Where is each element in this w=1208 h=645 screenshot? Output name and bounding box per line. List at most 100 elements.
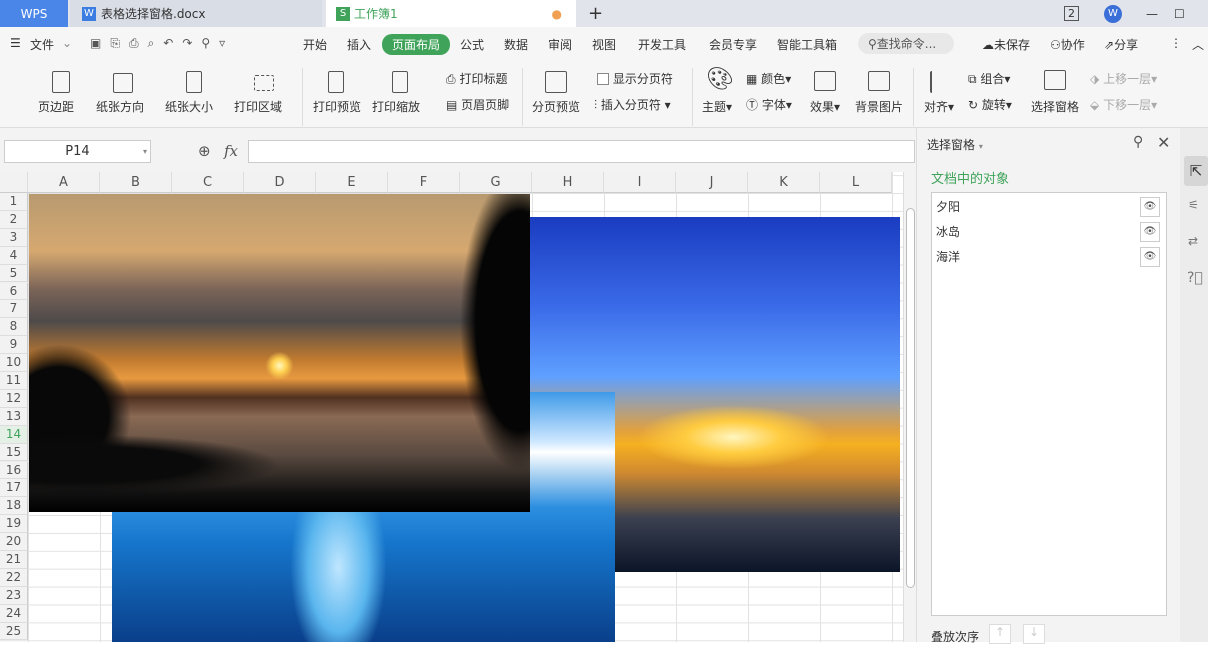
menu-tab-data[interactable]: 数据	[504, 36, 528, 53]
column-header[interactable]: J	[676, 172, 748, 193]
unsaved-status[interactable]: ☁未保存	[982, 36, 1030, 53]
collab-button[interactable]: ⚇协作	[1050, 36, 1085, 53]
move-down-button[interactable]: ↓	[1023, 624, 1045, 644]
send-backward-button[interactable]: ⬙ 下移一层▾	[1090, 96, 1157, 113]
list-item[interactable]: 夕阳 👁︎	[936, 196, 1164, 218]
row-header[interactable]: 9	[0, 336, 28, 355]
tab-doc[interactable]: W 表格选择窗格.docx	[70, 0, 322, 27]
effects-button[interactable]: 效果▾	[810, 98, 840, 115]
menu-tab-insert[interactable]: 插入	[347, 36, 371, 53]
command-search[interactable]: ⚲查找命令...	[858, 33, 954, 54]
fx-button[interactable]: fx	[224, 142, 238, 160]
menu-tab-review[interactable]: 审阅	[548, 36, 572, 53]
row-header[interactable]: 25	[0, 622, 28, 641]
row-header[interactable]: 1	[0, 193, 28, 211]
wps-home-tab[interactable]: WPS	[0, 0, 68, 27]
name-box[interactable]: P14 ▾	[4, 140, 151, 163]
row-header[interactable]: 20	[0, 533, 28, 551]
column-header[interactable]: B	[100, 172, 172, 193]
menu-tab-page-layout[interactable]: 页面布局	[382, 34, 451, 55]
row-header[interactable]: 8	[0, 318, 28, 337]
insert-page-break-button[interactable]: ⫶ 插入分页符 ▾	[594, 96, 671, 113]
menu-tab-smart-tools[interactable]: 智能工具箱	[777, 36, 837, 53]
orientation-button[interactable]: 纸张方向	[96, 98, 144, 115]
selection-pane-button[interactable]: 选择窗格	[1031, 98, 1079, 115]
print-scale-button[interactable]: 打印缩放	[372, 98, 420, 115]
print-area-button[interactable]: 打印区域	[234, 98, 282, 115]
eye-icon[interactable]: 👁︎	[1140, 197, 1160, 217]
row-header[interactable]: 17	[0, 479, 28, 498]
row-header[interactable]: 11	[0, 372, 28, 390]
theme-button[interactable]: 主题▾	[702, 98, 732, 115]
align-button[interactable]: 对齐▾	[924, 98, 954, 115]
new-tab-button[interactable]: +	[588, 0, 603, 27]
eye-icon[interactable]: 👁︎	[1140, 222, 1160, 242]
eye-icon[interactable]: 👁︎	[1140, 247, 1160, 267]
header-footer-button[interactable]: ▤ 页眉页脚	[446, 96, 509, 113]
row-header[interactable]: 13	[0, 407, 28, 426]
formula-input[interactable]	[248, 140, 915, 163]
pane-title[interactable]: 选择窗格 ▾	[927, 136, 983, 153]
row-header[interactable]: 3	[0, 228, 28, 247]
group-button[interactable]: ⧉ 组合▾	[968, 70, 1010, 87]
scrollbar-thumb[interactable]	[906, 208, 915, 588]
paper-size-button[interactable]: 纸张大小	[165, 98, 213, 115]
column-header[interactable]: I	[604, 172, 676, 193]
row-header[interactable]: 6	[0, 282, 28, 301]
close-icon[interactable]: ✕	[1157, 133, 1170, 152]
print-preview-button[interactable]: 打印预览	[313, 98, 361, 115]
bring-forward-button[interactable]: ⬗ 上移一层▾	[1090, 70, 1157, 87]
file-menu[interactable]: 文件	[30, 36, 54, 53]
row-header[interactable]: 10	[0, 354, 28, 372]
image-sunset[interactable]	[29, 194, 530, 512]
column-header[interactable]: G	[460, 172, 532, 193]
move-up-button[interactable]: ↑	[989, 624, 1011, 644]
spreadsheet-grid[interactable]: A B C D E F G H I J K L 1 2 3 4 5 6 7 8 9 10 11 12 13 14 15 16 17 18 1…	[0, 172, 903, 642]
row-header[interactable]: 22	[0, 568, 28, 587]
row-header[interactable]: 18	[0, 497, 28, 516]
menu-tab-developer[interactable]: 开发工具	[638, 36, 686, 53]
row-header[interactable]: 2	[0, 210, 28, 229]
column-header[interactable]: A	[28, 172, 100, 193]
column-header[interactable]: H	[532, 172, 604, 193]
pin-icon[interactable]: ⚲	[1133, 134, 1143, 150]
help-icon[interactable]: ?⃝	[1187, 270, 1203, 286]
share-button[interactable]: ⇗分享	[1104, 36, 1138, 53]
wps-account-icon[interactable]: W	[1104, 4, 1122, 23]
row-header[interactable]: 5	[0, 264, 28, 283]
quick-access-toolbar[interactable]: ▣⎘⎙⌕↶↷⚲▿	[90, 36, 234, 51]
column-header[interactable]: K	[748, 172, 820, 193]
fonts-button[interactable]: Ⓣ 字体▾	[746, 96, 792, 113]
row-header[interactable]: 16	[0, 461, 28, 480]
zoom-icon[interactable]: ⊕	[198, 142, 211, 160]
menu-tab-view[interactable]: 视图	[592, 36, 616, 53]
row-header[interactable]: 12	[0, 389, 28, 408]
page-break-preview-button[interactable]: 分页预览	[532, 98, 580, 115]
select-all-corner[interactable]	[0, 172, 28, 193]
menu-tab-member[interactable]: 会员专享	[709, 36, 757, 53]
column-header[interactable]: E	[316, 172, 388, 193]
row-header[interactable]: 19	[0, 515, 28, 534]
print-titles-button[interactable]: ⎙ 打印标题	[446, 70, 507, 87]
settings-sliders-icon[interactable]: ⚟	[1188, 198, 1199, 212]
row-header[interactable]: 4	[0, 246, 28, 265]
hamburger-icon[interactable]: ☰	[10, 36, 21, 50]
column-header[interactable]: D	[244, 172, 316, 193]
vertical-scrollbar[interactable]	[903, 172, 916, 642]
show-page-breaks-checkbox[interactable]: 显示分页符	[597, 70, 673, 87]
window-count-badge[interactable]: 2	[1064, 6, 1079, 21]
margins-button[interactable]: 页边距	[38, 98, 74, 115]
row-header[interactable]: 21	[0, 551, 28, 569]
column-header[interactable]: F	[388, 172, 460, 193]
colors-button[interactable]: ▦ 颜色▾	[746, 70, 791, 87]
row-header[interactable]: 23	[0, 586, 28, 605]
row-header[interactable]: 14	[0, 425, 28, 444]
list-item[interactable]: 海洋 👁︎	[936, 246, 1164, 268]
background-image-button[interactable]: 背景图片	[855, 98, 903, 115]
more-icon[interactable]: ⋮	[1170, 36, 1182, 50]
tab-sheet[interactable]: S 工作簿1 ●	[326, 0, 576, 27]
collapse-ribbon-icon[interactable]: ︿	[1192, 36, 1204, 53]
minimize-button[interactable]: —	[1146, 0, 1158, 27]
row-header[interactable]: 15	[0, 443, 28, 462]
row-header[interactable]: 24	[0, 604, 28, 623]
